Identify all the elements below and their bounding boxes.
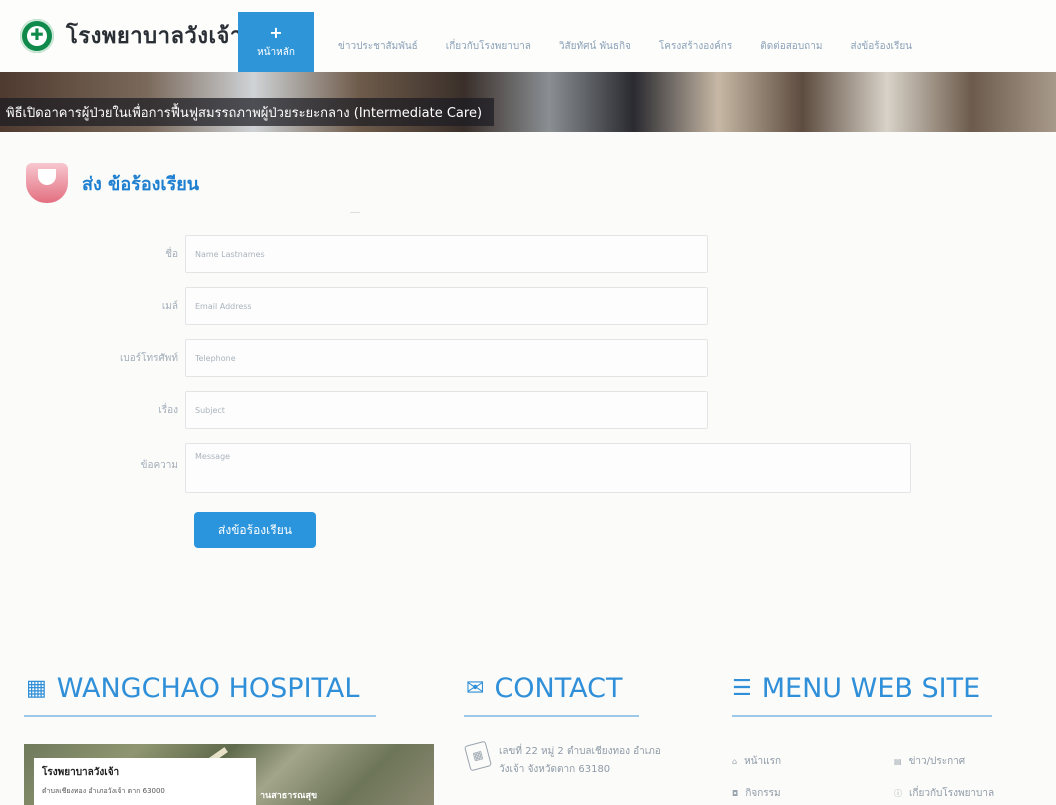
email-input[interactable] xyxy=(185,287,708,325)
footer-link-news[interactable]: ▤ ข่าว/ประกาศ xyxy=(894,754,965,769)
divider xyxy=(350,212,360,213)
footer-contact-heading: ✉ CONTACT xyxy=(466,673,622,704)
footer-hospital-rule xyxy=(24,715,376,717)
location-map[interactable]: โรงพยาบาลวังเจ้า ตำบลเชียงทอง อำเภอวังเจ… xyxy=(24,744,434,805)
name-label: ชื่อ xyxy=(165,248,178,260)
nav-item-contact[interactable]: ติดต่อสอบถาม xyxy=(760,12,822,72)
page-title: ส่ง ข้อร้องเรียน xyxy=(26,163,199,203)
footer-menu-heading: ☰ MENU WEB SITE xyxy=(732,673,980,704)
hospital-icon: ▦ xyxy=(26,676,47,701)
nav-item-news[interactable]: ข่าวประชาสัมพันธ์ xyxy=(338,12,418,72)
map-place-label: านสาธารณสุข xyxy=(260,791,318,801)
form-row-message: ข้อความ xyxy=(0,443,1056,493)
footer-link-news-label: ข่าว/ประกาศ xyxy=(908,756,966,767)
footer-contact-rule xyxy=(464,715,639,717)
email-label: เมล์ xyxy=(161,300,178,312)
footer-menu-heading-text: MENU WEB SITE xyxy=(761,673,981,704)
camera-icon: ◘ xyxy=(732,789,739,798)
nav-item-contact-label: ติดต่อสอบถาม xyxy=(760,40,823,52)
newspaper-icon: ▤ xyxy=(894,757,902,766)
phone-input[interactable] xyxy=(185,339,708,377)
form-row-name: ชื่อ xyxy=(0,235,1056,273)
message-textarea[interactable] xyxy=(185,443,911,493)
page-title-text: ส่ง ข้อร้องเรียน xyxy=(82,173,200,195)
subject-label: เรื่อง xyxy=(158,404,178,416)
form-row-phone: เบอร์โทรศัพท์ xyxy=(0,339,1056,377)
nav-item-vision[interactable]: วิสัยทัศน์ พันธกิจ xyxy=(559,12,631,72)
form-row-email: เมล์ xyxy=(0,287,1056,325)
footer-contact-heading-text: CONTACT xyxy=(494,673,623,704)
complaint-icon xyxy=(26,163,68,203)
footer-menu-rule xyxy=(732,715,992,717)
nav-item-home[interactable]: + หน้าหลัก xyxy=(238,12,314,72)
footer-hospital-heading-text: WANGCHAO HOSPITAL xyxy=(56,673,360,704)
site-logo[interactable]: โรงพยาบาลวังเจ้า xyxy=(20,18,243,53)
map-card-address: ตำบลเชียงทอง อำเภอวังเจ้า ตาก 63000 xyxy=(42,787,165,795)
contact-address-line-2: วังเจ้า จังหวัดตาก 63180 xyxy=(499,764,611,775)
footer-link-home[interactable]: ⌂ หน้าแรก xyxy=(732,754,781,769)
nav-item-vision-label: วิสัยทัศน์ พันธกิจ xyxy=(558,40,631,52)
footer-hospital-heading: ▦ WANGCHAO HOSPITAL xyxy=(26,673,359,704)
nav-item-complaint-label: ส่งข้อร้องเรียน xyxy=(850,40,913,52)
plus-icon: + xyxy=(269,22,283,42)
banner-caption[interactable]: พิธีเปิดอาคารผู้ป่วยในเพื่อการฟื้นฟูสมรร… xyxy=(0,98,495,126)
footer-link-activities-label: กิจกรรม xyxy=(745,788,781,799)
footer-link-about[interactable]: ⓘ เกี่ยวกับโรงพยาบาล xyxy=(894,786,994,801)
logo-text: โรงพยาบาลวังเจ้า xyxy=(66,24,243,49)
home-icon: ⌂ xyxy=(732,757,738,766)
contact-address-line-1: เลขที่ 22 หมู่ 2 ตำบลเชียงทอง อำเภอ xyxy=(499,746,661,757)
envelope-icon: ✉ xyxy=(466,676,485,701)
submit-complaint-button[interactable]: ส่งข้อร้องเรียน xyxy=(194,512,316,548)
main-nav: + หน้าหลัก ข่าวประชาสัมพันธ์ เกี่ยวกับโร… xyxy=(238,12,912,72)
nav-item-about-label: เกี่ยวกับโรงพยาบาล xyxy=(445,40,531,52)
nav-item-structure[interactable]: โครงสร้างองค์กร xyxy=(659,12,732,72)
message-label: ข้อความ xyxy=(140,459,178,471)
nav-item-structure-label: โครงสร้างองค์กร xyxy=(658,40,733,52)
info-icon: ⓘ xyxy=(894,789,902,798)
nav-item-home-label: หน้าหลัก xyxy=(257,46,295,58)
building-icon: ▦ xyxy=(464,740,492,772)
phone-label: เบอร์โทรศัพท์ xyxy=(119,352,178,364)
nav-item-complaint[interactable]: ส่งข้อร้องเรียน xyxy=(850,12,912,72)
map-info-card: โรงพยาบาลวังเจ้า ตำบลเชียงทอง อำเภอวังเจ… xyxy=(34,758,256,805)
site-header: โรงพยาบาลวังเจ้า + หน้าหลัก ข่าวประชาสัม… xyxy=(0,0,1056,72)
subject-input[interactable] xyxy=(185,391,708,429)
nav-item-about[interactable]: เกี่ยวกับโรงพยาบาล xyxy=(446,12,531,72)
nav-item-news-label: ข่าวประชาสัมพันธ์ xyxy=(338,40,418,52)
footer-link-activities[interactable]: ◘ กิจกรรม xyxy=(732,786,781,801)
form-row-subject: เรื่อง xyxy=(0,391,1056,429)
footer-link-about-label: เกี่ยวกับโรงพยาบาล xyxy=(909,788,995,799)
map-card-title: โรงพยาบาลวังเจ้า xyxy=(42,767,120,778)
name-input[interactable] xyxy=(185,235,708,273)
hospital-emblem-icon xyxy=(20,18,54,53)
list-icon: ☰ xyxy=(732,676,752,701)
footer-link-home-label: หน้าแรก xyxy=(744,756,781,767)
contact-address: เลขที่ 22 หมู่ 2 ตำบลเชียงทอง อำเภอ วังเ… xyxy=(499,743,719,779)
news-banner[interactable]: พิธีเปิดอาคารผู้ป่วยในเพื่อการฟื้นฟูสมรร… xyxy=(0,72,1056,132)
